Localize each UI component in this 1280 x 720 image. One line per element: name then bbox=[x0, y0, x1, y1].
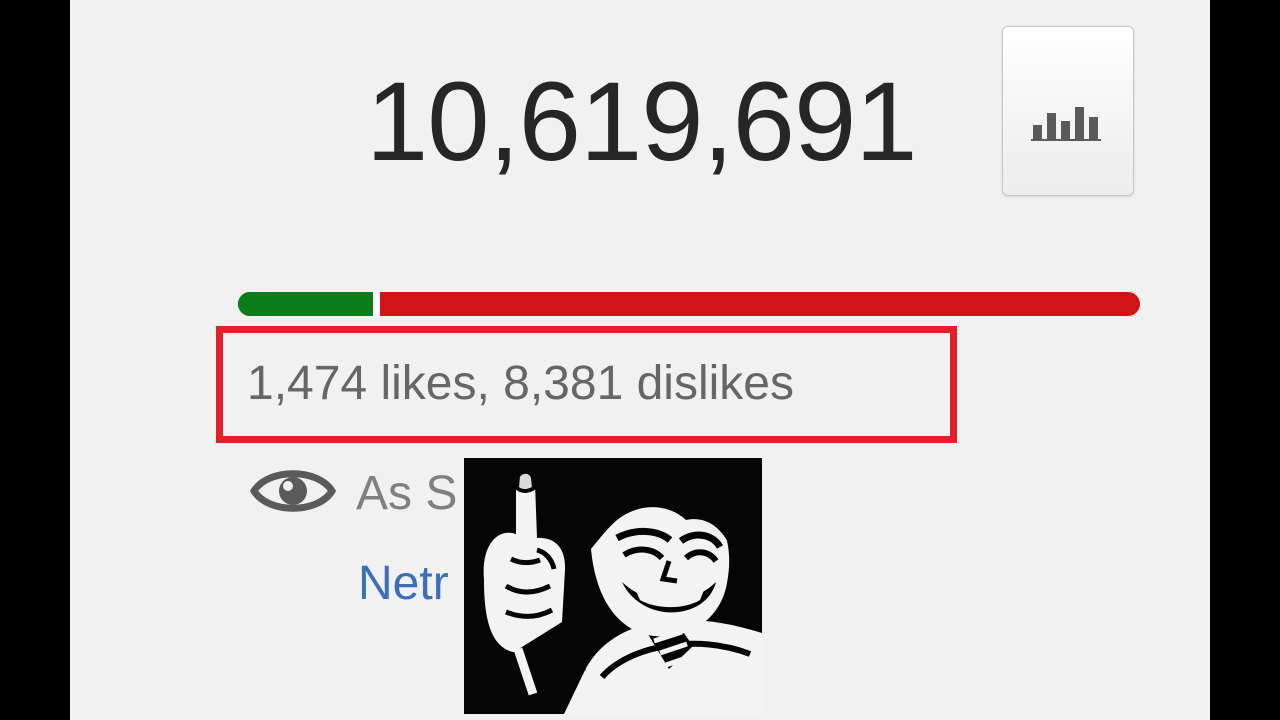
likes-dislikes-count: 1,474 likes, 8,381 dislikes bbox=[247, 357, 794, 410]
bar-chart-icon bbox=[1031, 107, 1101, 141]
highlight-box: 1,474 likes, 8,381 dislikes bbox=[216, 326, 957, 443]
meme-drawing bbox=[464, 458, 762, 714]
reaction-meme-image bbox=[464, 458, 762, 714]
like-dislike-ratio-bar bbox=[238, 292, 1140, 316]
channel-privacy-text: As S bbox=[356, 467, 458, 520]
view-count: 10,619,691 bbox=[366, 59, 918, 184]
video-stats-panel: 10,619,691 1,474 likes, 8,381 dislikes A… bbox=[70, 0, 1210, 720]
stats-button[interactable] bbox=[1002, 26, 1134, 196]
likes-fill bbox=[238, 292, 381, 316]
eye-icon bbox=[250, 470, 336, 512]
